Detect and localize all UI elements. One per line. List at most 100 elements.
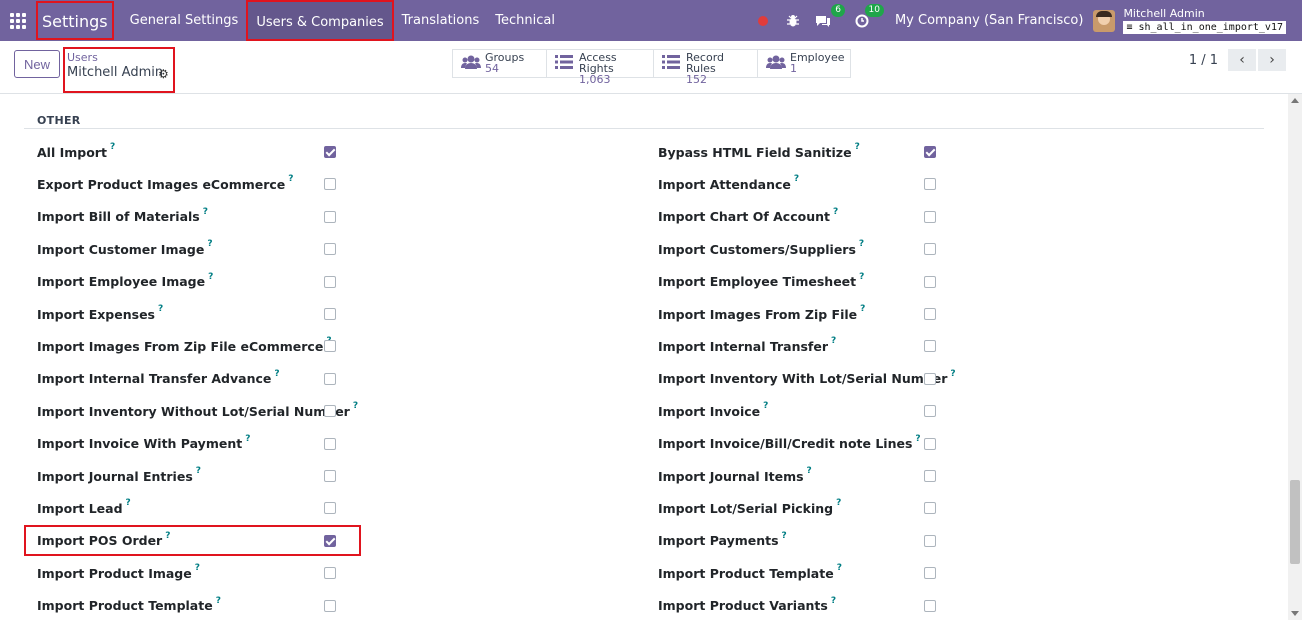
setting-label[interactable]: Import Journal Items (658, 469, 804, 484)
setting-label[interactable]: Import Employee Image (37, 274, 205, 289)
access-rights-smart-button[interactable]: Access Rights 1,063 (547, 50, 654, 85)
help-tooltip-icon[interactable]: ? (833, 207, 838, 217)
help-tooltip-icon[interactable]: ? (807, 466, 812, 476)
help-tooltip-icon[interactable]: ? (859, 272, 864, 282)
setting-checkbox[interactable] (924, 437, 936, 450)
setting-checkbox[interactable] (924, 372, 936, 385)
setting-checkbox[interactable] (324, 243, 336, 256)
help-tooltip-icon[interactable]: ? (782, 531, 787, 541)
help-tooltip-icon[interactable]: ? (836, 498, 841, 508)
help-tooltip-icon[interactable]: ? (794, 174, 799, 184)
scroll-up-icon[interactable] (1291, 98, 1299, 103)
setting-label[interactable]: Import Invoice/Bill/Credit note Lines (658, 436, 912, 451)
setting-label[interactable]: Import Payments (658, 533, 779, 548)
scrollbar-thumb[interactable] (1290, 480, 1300, 564)
app-title[interactable]: Settings (36, 1, 114, 40)
pager-value[interactable]: 1 / 1 (1189, 53, 1218, 68)
help-tooltip-icon[interactable]: ? (353, 401, 358, 411)
setting-checkbox[interactable] (324, 372, 336, 385)
setting-label[interactable]: Import Attendance (658, 177, 791, 192)
help-tooltip-icon[interactable]: ? (216, 596, 221, 606)
setting-label[interactable]: Import POS Order (37, 533, 162, 548)
setting-label[interactable]: Export Product Images eCommerce (37, 177, 285, 192)
help-tooltip-icon[interactable]: ? (915, 434, 920, 444)
setting-label[interactable]: Import Inventory Without Lot/Serial Numb… (37, 404, 350, 419)
help-tooltip-icon[interactable]: ? (126, 498, 131, 508)
setting-label[interactable]: Import Lead (37, 501, 123, 516)
scroll-down-icon[interactable] (1291, 611, 1299, 616)
setting-checkbox[interactable] (924, 502, 936, 515)
setting-label[interactable]: Import Journal Entries (37, 469, 193, 484)
user-avatar[interactable] (1093, 9, 1116, 32)
pager-next-icon[interactable]: › (1258, 49, 1286, 71)
company-switcher[interactable]: My Company (San Francisco) (895, 13, 1083, 28)
setting-checkbox[interactable] (924, 470, 936, 482)
help-tooltip-icon[interactable]: ? (203, 207, 208, 217)
help-tooltip-icon[interactable]: ? (165, 531, 170, 541)
help-tooltip-icon[interactable]: ? (950, 369, 955, 379)
record-rules-smart-button[interactable]: Record Rules 152 (654, 50, 758, 85)
breadcrumb-users-link[interactable]: Users (67, 51, 98, 64)
setting-label[interactable]: Import Product Template (658, 566, 834, 581)
setting-label[interactable]: Import Expenses (37, 307, 155, 322)
setting-checkbox[interactable] (924, 567, 936, 580)
help-tooltip-icon[interactable]: ? (763, 401, 768, 411)
setting-checkbox[interactable] (324, 146, 336, 158)
setting-label[interactable]: Import Lot/Serial Picking (658, 501, 833, 516)
setting-checkbox[interactable] (324, 178, 336, 191)
new-button[interactable]: New (14, 50, 60, 78)
setting-label[interactable]: Import Chart Of Account (658, 209, 830, 224)
setting-label[interactable]: Import Images From Zip File (658, 307, 857, 322)
setting-label[interactable]: Import Invoice (658, 404, 760, 419)
setting-label[interactable]: Import Internal Transfer (658, 339, 828, 354)
setting-checkbox[interactable] (324, 210, 336, 223)
user-menu[interactable]: Mitchell Admin ≡ sh_all_in_one_import_v1… (1123, 7, 1286, 34)
setting-label[interactable]: Import Images From Zip File eCommerce (37, 339, 323, 354)
debug-bug-icon[interactable] (783, 11, 803, 31)
menu-users-companies[interactable]: Users & Companies (246, 0, 394, 41)
menu-technical[interactable]: Technical (487, 0, 563, 41)
help-tooltip-icon[interactable]: ? (274, 369, 279, 379)
help-tooltip-icon[interactable]: ? (208, 272, 213, 282)
help-tooltip-icon[interactable]: ? (837, 563, 842, 573)
help-tooltip-icon[interactable]: ? (859, 239, 864, 249)
help-tooltip-icon[interactable]: ? (855, 142, 860, 152)
chat-icon[interactable]: 6 (813, 3, 845, 31)
apps-menu-icon[interactable] (0, 0, 36, 41)
setting-checkbox[interactable] (924, 146, 936, 158)
employee-smart-button[interactable]: Employee 1 (758, 50, 850, 77)
help-tooltip-icon[interactable]: ? (158, 304, 163, 314)
help-tooltip-icon[interactable]: ? (195, 563, 200, 573)
vertical-scrollbar[interactable] (1288, 94, 1302, 620)
help-tooltip-icon[interactable]: ? (831, 336, 836, 346)
setting-label[interactable]: Import Invoice With Payment (37, 436, 242, 451)
help-tooltip-icon[interactable]: ? (207, 239, 212, 249)
setting-label[interactable]: Bypass HTML Field Sanitize (658, 145, 852, 160)
setting-label[interactable]: Import Product Template (37, 598, 213, 613)
help-tooltip-icon[interactable]: ? (831, 596, 836, 606)
setting-label[interactable]: Import Product Image (37, 566, 192, 581)
setting-checkbox[interactable] (924, 275, 936, 288)
pager-previous-icon[interactable]: ‹ (1228, 49, 1256, 71)
setting-checkbox[interactable] (324, 405, 336, 418)
setting-label[interactable]: Import Customers/Suppliers (658, 242, 856, 257)
setting-checkbox[interactable] (324, 308, 336, 320)
menu-general-settings[interactable]: General Settings (122, 0, 247, 41)
gear-icon[interactable]: ⚙ (158, 67, 169, 81)
help-tooltip-icon[interactable]: ? (110, 142, 115, 152)
setting-checkbox[interactable] (924, 340, 936, 353)
setting-checkbox[interactable] (324, 567, 336, 580)
help-tooltip-icon[interactable]: ? (245, 434, 250, 444)
setting-checkbox[interactable] (924, 308, 936, 320)
setting-label[interactable]: All Import (37, 145, 107, 160)
help-tooltip-icon[interactable]: ? (860, 304, 865, 314)
menu-translations[interactable]: Translations (394, 0, 488, 41)
setting-checkbox[interactable] (324, 437, 336, 450)
setting-checkbox[interactable] (924, 599, 936, 612)
setting-checkbox[interactable] (324, 275, 336, 288)
setting-checkbox[interactable] (324, 599, 336, 612)
setting-checkbox[interactable] (324, 534, 336, 547)
setting-label[interactable]: Import Internal Transfer Advance (37, 371, 271, 386)
setting-label[interactable]: Import Bill of Materials (37, 209, 200, 224)
setting-label[interactable]: Import Inventory With Lot/Serial Number (658, 371, 947, 386)
